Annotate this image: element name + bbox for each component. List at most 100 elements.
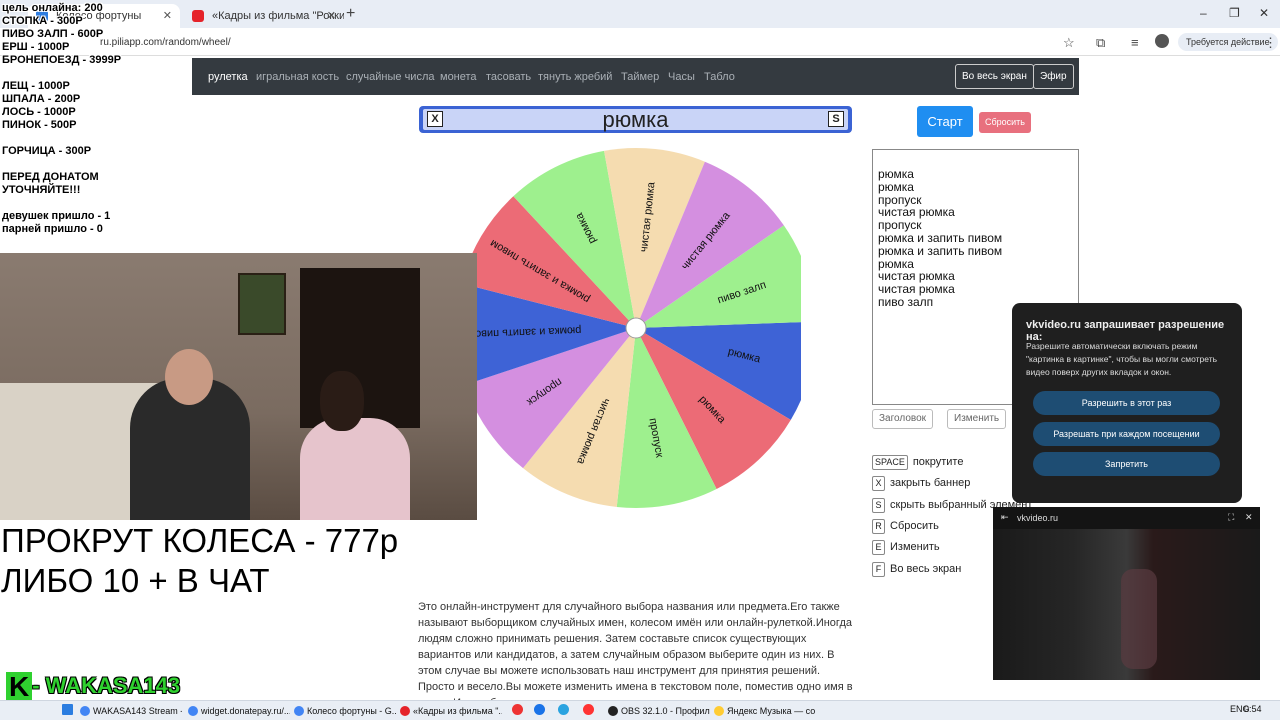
taskbar-item[interactable]: OBS 32.1.0 - Профил... [606, 703, 710, 719]
cam-head-left [165, 349, 213, 405]
taskbar-item[interactable]: Яндекс Музыка — со... [712, 703, 816, 719]
shortcut-item: SPACE покрутите [872, 455, 963, 470]
fortune-wheel[interactable]: рюмкарюмкапропускчистая рюмкапропускрюмк… [471, 146, 801, 516]
channel-logo: K- WAKASA143 [6, 672, 180, 702]
menu-kebab-icon[interactable]: ⋮ [1264, 35, 1277, 51]
allow-always-button[interactable]: Разрешать при каждом посещении [1033, 422, 1220, 446]
telegram-icon[interactable] [558, 704, 569, 715]
shortcut-key[interactable]: X [872, 476, 885, 492]
nav-timer[interactable]: Таймер [621, 71, 659, 83]
overlay-line: УТОЧНЯЙТЕ!!! [2, 184, 81, 196]
nav-shuffle[interactable]: тасовать [486, 71, 531, 83]
media-controls-icon[interactable]: ≡ [1131, 35, 1139, 50]
shortcut-label: Изменить [890, 541, 940, 554]
taskbar-label: widget.donatepay.ru/... [201, 706, 290, 716]
shortcut-key[interactable]: R [872, 518, 885, 534]
name-list-item: рюмка и запить пивом [878, 243, 1003, 258]
nav-clock[interactable]: Часы [668, 71, 695, 83]
hide-item-key[interactable]: S [828, 111, 844, 127]
tab-rocky[interactable]: «Кадры из фильма "Рокки" ✕ [184, 4, 344, 28]
fullscreen-button[interactable]: Во весь экран [955, 64, 1034, 89]
popup-body: Разрешите автоматически включать режим "… [1026, 341, 1218, 377]
shortcut-label: покрутите [912, 456, 964, 468]
reset-button[interactable]: Сбросить [979, 112, 1031, 133]
taskbar-label: WAKASA143 Stream -... [93, 706, 182, 716]
promo-line-2: ЛИБО 10 + В ЧАТ [1, 562, 270, 599]
tab-title: «Кадры из фильма "Рокки" [212, 10, 344, 22]
nav-coin[interactable]: монета [440, 71, 477, 83]
nav-random-numbers[interactable]: случайные числа [346, 71, 434, 83]
minimize-button[interactable]: – [1200, 6, 1207, 20]
permission-chip[interactable]: Требуется действие [1178, 33, 1278, 51]
start-menu-icon[interactable] [62, 704, 73, 715]
overlay-line: девушек пришло - 1 [2, 210, 111, 222]
nav-draw-lots[interactable]: тянуть жребий [538, 71, 612, 83]
shortcut-key[interactable]: SPACE [872, 455, 908, 470]
back-to-tab-icon[interactable]: ⇤ [1001, 512, 1009, 523]
taskbar-item[interactable]: WAKASA143 Stream -... [78, 703, 182, 719]
cam-painting [238, 273, 286, 335]
profile-avatar[interactable] [1155, 34, 1169, 48]
webcam-feed [0, 253, 477, 520]
overlay-line: цель онлайна: 200 [2, 2, 103, 14]
broadcast-button[interactable]: Эфир [1033, 64, 1074, 89]
shortcut-item: E Изменить [872, 540, 940, 556]
name-list-item: рюмка [878, 167, 914, 181]
yandex-browser-icon[interactable] [583, 704, 594, 715]
shortcut-key[interactable]: S [872, 497, 885, 513]
overlay-line: ПИНОК - 500Р [2, 119, 77, 131]
overlay-line [2, 197, 121, 210]
edit-button[interactable]: Изменить [947, 409, 1007, 429]
expand-icon[interactable]: ⛶ [1228, 512, 1234, 523]
nav-scoreboard[interactable]: Табло [704, 71, 735, 83]
shortcut-key[interactable]: E [872, 540, 885, 556]
logo-text: - WAKASA143 [32, 672, 181, 698]
deny-button[interactable]: Запретить [1033, 452, 1220, 476]
taskbar-item[interactable]: widget.donatepay.ru/... [186, 703, 290, 719]
start-button[interactable]: Старт [917, 106, 973, 137]
maximize-button[interactable]: ❐ [1229, 6, 1240, 20]
overlay-line [2, 132, 121, 145]
taskbar-label: Яндекс Музыка — со... [727, 706, 816, 716]
tab-bar: Колесо фортуны ✕ «Кадры из фильма "Рокки… [0, 0, 1280, 28]
promo-line-1: ПРОКРУТ КОЛЕСА - 777р [1, 522, 399, 559]
name-list-item: рюмка и запить пивом [878, 230, 1003, 245]
close-tab-icon[interactable]: ✕ [163, 4, 172, 28]
close-window-button[interactable]: ✕ [1259, 6, 1269, 20]
yandex-icon[interactable] [512, 704, 523, 715]
taskbar-label: Колесо фортуны - G... [307, 706, 396, 716]
overlay-line: ГОРЧИЦА - 300Р [2, 145, 92, 157]
nav-dice[interactable]: игральная кость [256, 71, 339, 83]
cam-head-right [320, 371, 364, 431]
steam-icon[interactable] [534, 704, 545, 715]
pip-window[interactable]: ⇤ vkvideo.ru ⛶ ✕ [993, 507, 1260, 680]
nav-roulette[interactable]: рулетка [208, 71, 248, 83]
overlay-line: ЛЕЩ - 1000Р [2, 80, 70, 92]
result-text: рюмка [602, 107, 669, 132]
vk-video-favicon-icon [192, 10, 204, 22]
overlay-line: ПЕРЕД ДОНАТОМ [2, 171, 99, 183]
close-tab-icon[interactable]: ✕ [327, 4, 336, 28]
shortcut-key[interactable]: F [872, 561, 885, 577]
taskbar-item[interactable]: «Кадры из фильма "... [398, 703, 502, 719]
site-navbar: рулетка игральная кость случайные числа … [192, 58, 1079, 95]
taskbar-item[interactable]: Колесо фортуны - G... [292, 703, 396, 719]
result-banner: рюмка X S [419, 106, 852, 133]
new-tab-button[interactable]: + [346, 5, 355, 23]
close-banner-key[interactable]: X [427, 111, 443, 127]
bookmark-star-icon[interactable]: ☆ [1063, 35, 1075, 51]
overlay-line: ШПАЛА - 200Р [2, 93, 81, 105]
system-clock: 0:54 [1244, 704, 1262, 714]
extensions-icon[interactable]: ⧉ [1096, 35, 1105, 51]
overlay-line: БРОНЕПОЕЗД - 3999Р [2, 54, 122, 66]
shortcut-label: Во весь экран [890, 562, 962, 575]
wheel-hub [625, 317, 647, 339]
overlay-line [2, 158, 121, 171]
title-button[interactable]: Заголовок [872, 409, 934, 429]
pip-video [993, 529, 1260, 680]
close-pip-icon[interactable]: ✕ [1245, 512, 1253, 523]
allow-once-button[interactable]: Разрешить в этот раз [1033, 391, 1220, 415]
shortcut-label: закрыть баннер [890, 477, 971, 490]
overlay-line: ЛОСЬ - 1000Р [2, 106, 76, 118]
overlay-line: СТОПКА - 300Р [2, 15, 83, 27]
